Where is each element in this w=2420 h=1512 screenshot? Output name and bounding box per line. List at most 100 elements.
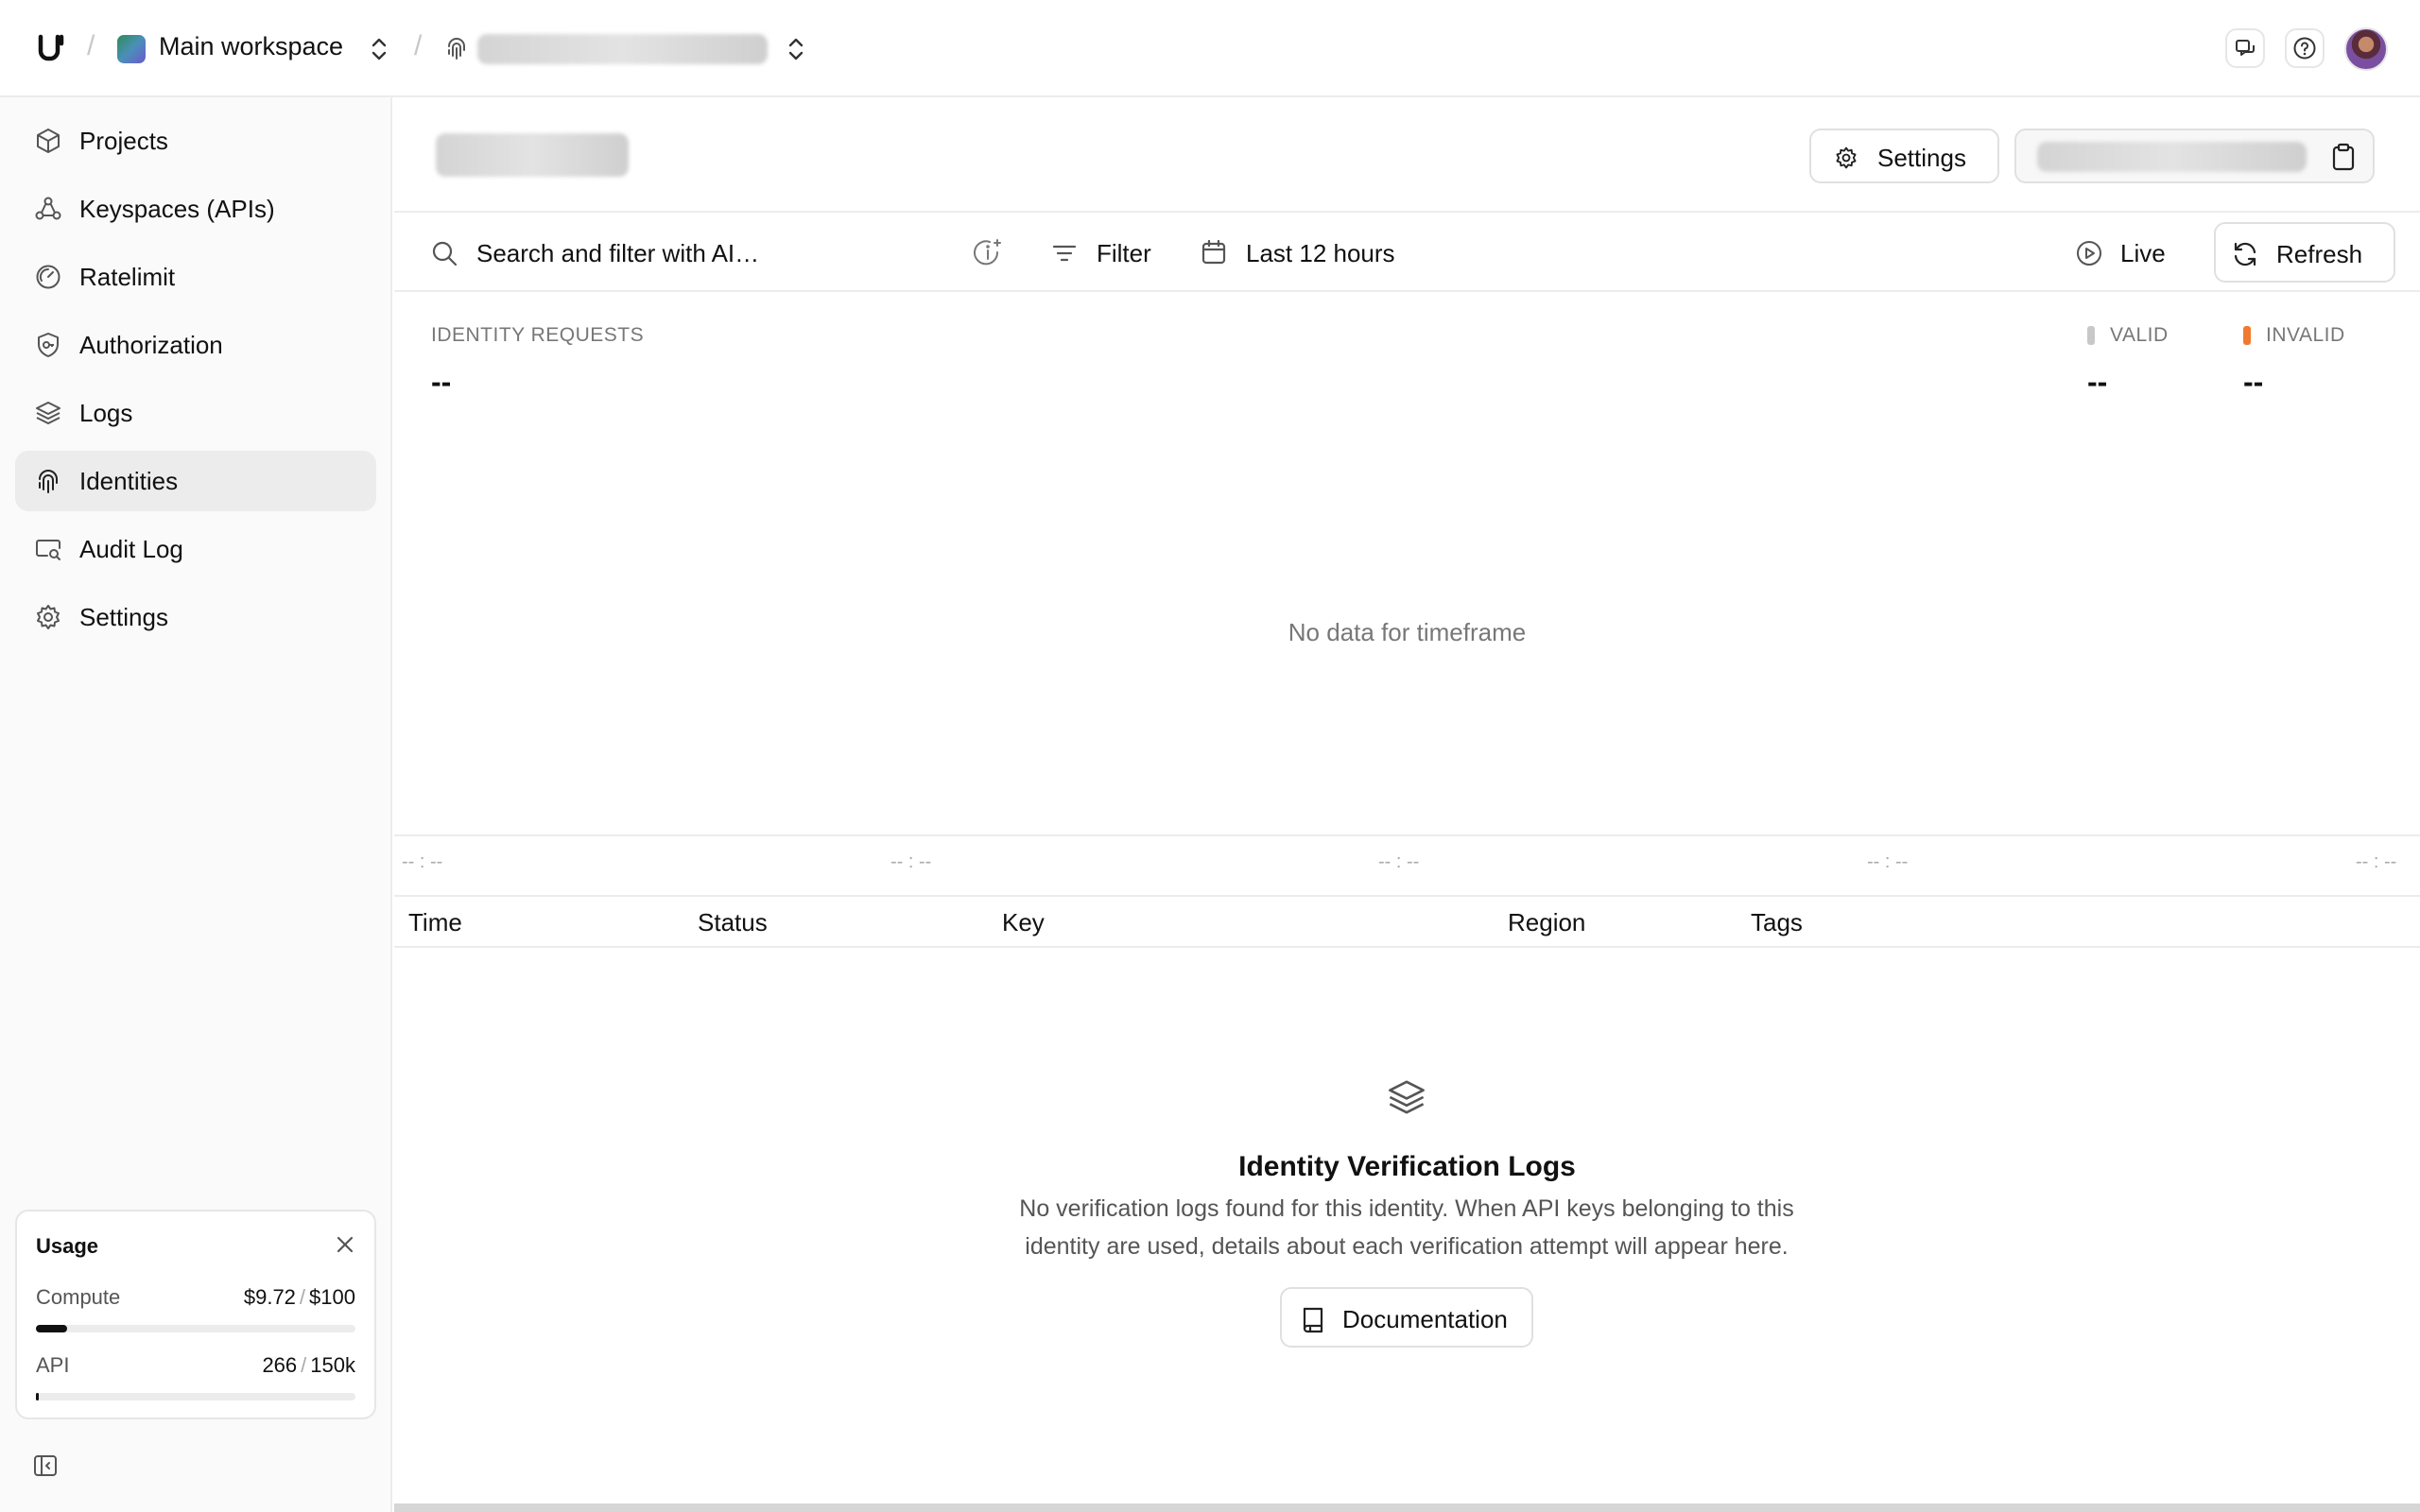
sidebar-item-settings[interactable]: Settings [15,587,376,647]
breadcrumb-separator: / [87,30,95,61]
help-circle-icon [2293,37,2316,60]
shield-key-icon [38,333,59,357]
invalid-legend-marker [2243,326,2251,345]
close-icon[interactable] [335,1234,355,1255]
top-bar: / Main workspace / [0,0,2420,97]
sidebar-item-label: Audit Log [79,534,183,563]
fingerprint-icon [39,470,58,493]
identity-requests-value: -- [431,365,452,399]
sidebar-item-label: Settings [79,602,168,631]
settings-button[interactable]: Settings [1809,129,1999,183]
cube-icon [37,129,60,153]
compute-progress-fill [36,1325,67,1332]
invalid-value: -- [2243,365,2264,399]
layers-icon [36,402,60,424]
x-tick-label: -- : -- [890,851,932,872]
sidebar-item-label: Logs [79,398,133,427]
documentation-button-label: Documentation [1342,1305,1508,1333]
play-circle-icon [2077,241,2101,266]
sidebar-item-identities[interactable]: Identities [15,451,376,511]
empty-state-description: No verification logs found for this iden… [1019,1195,1794,1260]
documentation-button[interactable]: Documentation [1280,1287,1533,1348]
empty-state-title: Identity Verification Logs [1238,1151,1576,1182]
column-header-key[interactable]: Key [1002,908,1045,937]
column-header-tags[interactable]: Tags [1751,908,1803,937]
sidebar-item-ratelimit[interactable]: Ratelimit [15,247,376,307]
help-button[interactable] [2285,28,2325,68]
sidebar-item-label: Ratelimit [79,262,176,291]
compute-progress-bar [36,1325,355,1332]
logs-toolbar: Search and filter with AI… Filter Last 1… [394,213,2420,292]
x-tick-label: -- : -- [1378,851,1420,872]
column-header-status[interactable]: Status [698,908,768,937]
workspace-switcher-chevrons-icon[interactable] [369,35,389,63]
search-input[interactable]: Search and filter with AI… [476,239,759,268]
main-content: Settings Search and filter with AI… Filt… [394,97,2420,1512]
compute-label: Compute [36,1285,121,1309]
x-tick-label: -- : -- [1867,851,1909,872]
identity-id-copy-field[interactable] [2014,129,2375,183]
gear-icon [37,605,60,629]
sidebar-item-projects[interactable]: Projects [15,111,376,171]
workspace-avatar [117,35,146,63]
invalid-label: INVALID [2266,324,2345,346]
valid-label: VALID [2110,324,2169,346]
sidebar: Projects Keyspaces (APIs) Ratelimit Auth… [0,97,392,1512]
api-label: API [36,1353,70,1377]
gauge-icon [36,265,60,289]
refresh-icon [2234,242,2256,266]
feedback-button[interactable] [2225,28,2265,68]
monitor-search-icon [36,540,60,560]
filter-button[interactable]: Filter [1097,239,1151,268]
api-value: 266/150k [262,1353,355,1377]
calendar-icon [1201,239,1226,265]
column-header-region[interactable]: Region [1508,908,1585,937]
sidebar-item-label: Keyspaces (APIs) [79,194,275,223]
valid-value: -- [2087,365,2108,399]
chat-icon [2236,40,2255,56]
api-progress-fill [36,1393,39,1400]
unkey-logo-icon[interactable] [36,32,66,62]
user-avatar[interactable] [2344,27,2388,71]
sidebar-item-keyspaces[interactable]: Keyspaces (APIs) [15,179,376,239]
fingerprint-icon [448,38,465,60]
column-header-time[interactable]: Time [408,908,462,937]
chart-empty-message: No data for timeframe [1288,618,1527,646]
sidebar-collapse-icon[interactable] [32,1452,59,1479]
filter-icon [1052,245,1077,262]
identity-requests-label: IDENTITY REQUESTS [431,324,645,346]
sidebar-item-audit-log[interactable]: Audit Log [15,519,376,579]
x-tick-label: -- : -- [2356,851,2397,872]
layers-icon [1389,1080,1425,1114]
sidebar-item-label: Authorization [79,330,223,359]
workspace-name[interactable]: Main workspace [159,32,343,61]
chart-x-axis [394,834,2420,836]
sidebar-item-logs[interactable]: Logs [15,383,376,443]
identity-name-redacted[interactable] [477,34,768,64]
horizontal-scrollbar[interactable] [394,1503,2420,1512]
identity-id-redacted [2037,142,2307,172]
api-progress-bar [36,1393,355,1400]
nodes-icon [35,197,61,220]
refresh-button[interactable]: Refresh [2214,222,2395,283]
page-header: Settings [394,97,2420,213]
logs-table-header: Time Status Key Region Tags [394,895,2420,948]
usage-card: Usage Compute $9.72/$100 API 266/150k [15,1210,376,1419]
x-tick-label: -- : -- [402,851,443,872]
identity-switcher-chevrons-icon[interactable] [786,35,806,63]
usage-title: Usage [36,1234,99,1258]
sidebar-item-label: Identities [79,466,179,495]
gear-icon [1836,146,1857,169]
settings-button-label: Settings [1877,144,1966,172]
ai-info-icon[interactable] [973,237,1005,269]
clipboard-icon[interactable] [2330,143,2357,171]
sidebar-item-label: Projects [79,126,168,155]
refresh-button-label: Refresh [2276,240,2363,268]
compute-value: $9.72/$100 [243,1285,355,1309]
sidebar-item-authorization[interactable]: Authorization [15,315,376,375]
time-range-selector[interactable]: Last 12 hours [1246,239,1395,268]
breadcrumb-separator: / [414,30,423,61]
identity-title-redacted [436,133,629,177]
live-toggle[interactable]: Live [2120,239,2166,268]
valid-legend-marker [2087,326,2095,345]
